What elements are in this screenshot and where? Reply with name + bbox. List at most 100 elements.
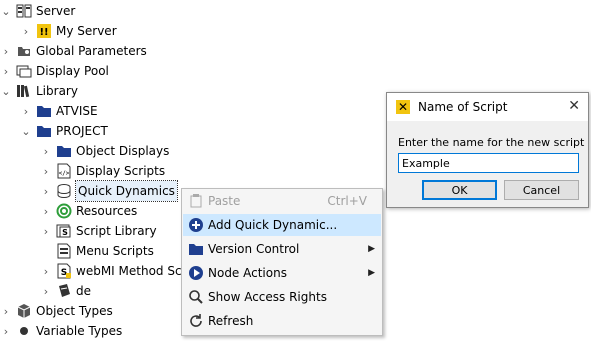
tree-label: Script Library	[76, 224, 157, 238]
tree-label: Object Types	[36, 304, 113, 318]
tree-item-global-parameters[interactable]: › Global Parameters	[0, 41, 147, 61]
script-library-icon: S	[56, 223, 72, 239]
svg-text:</>: </>	[59, 170, 70, 177]
parameters-icon	[16, 43, 32, 59]
folder-icon	[56, 143, 72, 159]
script-name-input[interactable]	[398, 153, 579, 173]
dialog-title: Name of Script	[418, 100, 508, 114]
atvise-server-icon: !!	[36, 23, 52, 39]
resources-icon	[56, 203, 72, 219]
menu-item-label: Show Access Rights	[208, 290, 327, 304]
folder-icon	[36, 123, 52, 139]
tree-item-my-server[interactable]: › !! My Server	[20, 21, 117, 41]
tree-label: Variable Types	[36, 324, 123, 338]
tree-item-object-types[interactable]: › Object Types	[0, 301, 113, 321]
tree-item-library[interactable]: ⌄ Library	[0, 81, 78, 101]
translation-book-icon	[56, 283, 72, 299]
tree-label: Server	[36, 4, 76, 18]
database-icon	[56, 183, 72, 199]
dot-icon	[16, 323, 32, 339]
webmi-script-icon: S	[56, 263, 72, 279]
menu-item-version-control[interactable]: Version Control ▶	[183, 238, 381, 260]
svg-text:S: S	[62, 228, 68, 237]
tree-item-webmi-method-scripts[interactable]: › S webMI Method Scr	[40, 261, 187, 281]
folder-icon	[36, 103, 52, 119]
close-icon[interactable]: ✕	[568, 98, 580, 114]
menu-item-add-quick-dynamic[interactable]: Add Quick Dynamic...	[183, 214, 381, 236]
chevron-down-icon[interactable]: ⌄	[0, 81, 12, 101]
chevron-right-icon[interactable]: ›	[40, 201, 52, 221]
menu-item-label: Refresh	[208, 314, 254, 328]
tree-label: Global Parameters	[36, 44, 147, 58]
tree-item-display-scripts[interactable]: › </> Display Scripts	[40, 161, 165, 181]
submenu-arrow-icon: ▶	[368, 268, 375, 278]
tree-label: PROJECT	[56, 124, 108, 138]
library-icon	[16, 83, 32, 99]
chevron-right-icon[interactable]: ›	[20, 21, 32, 41]
tree-label: Library	[36, 84, 78, 98]
chevron-right-icon[interactable]: ›	[20, 101, 32, 121]
tree-item-atvise[interactable]: › ATVISE	[20, 101, 98, 121]
tree-label: Resources	[76, 204, 138, 218]
chevron-right-icon[interactable]: ›	[0, 301, 12, 321]
menu-item-node-actions[interactable]: Node Actions ▶	[183, 262, 381, 284]
context-menu: Paste Ctrl+V Add Quick Dynamic... Versio…	[181, 188, 383, 336]
menu-item-paste[interactable]: Paste Ctrl+V	[183, 190, 381, 212]
tree-item-quick-dynamics[interactable]: › Quick Dynamics	[40, 180, 178, 202]
chevron-down-icon[interactable]: ⌄	[20, 121, 32, 141]
magnifier-icon	[187, 288, 205, 306]
play-icon	[187, 264, 205, 282]
tree-item-object-displays[interactable]: › Object Displays	[40, 141, 170, 161]
tree-item-script-library[interactable]: › S Script Library	[40, 221, 157, 241]
menu-script-icon	[56, 243, 72, 259]
tree-item-variable-types[interactable]: › Variable Types	[0, 321, 122, 341]
chevron-right-icon[interactable]: ›	[0, 321, 12, 341]
refresh-icon	[187, 312, 205, 330]
chevron-right-icon[interactable]: ›	[0, 41, 12, 61]
tree-item-resources[interactable]: › Resources	[40, 201, 137, 221]
shortcut-label: Ctrl+V	[327, 194, 367, 208]
tree-label: Quick Dynamics	[75, 180, 178, 202]
app-logo-icon: ✕	[396, 100, 410, 114]
tree-item-display-pool[interactable]: › Display Pool	[0, 61, 109, 81]
submenu-arrow-icon: ▶	[368, 244, 375, 254]
tree-item-menu-scripts[interactable]: Menu Scripts	[52, 241, 154, 261]
chevron-right-icon[interactable]: ›	[40, 281, 52, 301]
script-file-icon: </>	[56, 163, 72, 179]
tree-label: ATVISE	[56, 104, 98, 118]
menu-item-label: Paste	[208, 194, 241, 208]
tree-item-project[interactable]: ⌄ PROJECT	[20, 121, 108, 141]
tree-label: Menu Scripts	[76, 244, 154, 258]
chevron-right-icon[interactable]: ›	[40, 141, 52, 161]
menu-item-show-access-rights[interactable]: Show Access Rights	[183, 286, 381, 308]
folder-icon	[187, 240, 205, 258]
tree-label: Display Pool	[36, 64, 109, 78]
chevron-right-icon[interactable]: ›	[40, 221, 52, 241]
chevron-right-icon[interactable]: ›	[40, 261, 52, 281]
tree-label: Display Scripts	[76, 164, 166, 178]
tree-item-de[interactable]: › de	[40, 281, 91, 301]
menu-item-label: Node Actions	[208, 266, 287, 280]
server-icon	[16, 3, 32, 19]
ok-button[interactable]: OK	[422, 180, 497, 200]
dialog-titlebar[interactable]: ✕ Name of Script ✕	[387, 93, 588, 121]
svg-text:!!: !!	[39, 27, 48, 38]
cancel-button[interactable]: Cancel	[504, 180, 579, 200]
chevron-right-icon[interactable]: ›	[40, 161, 52, 181]
paste-icon	[187, 192, 205, 210]
dialog-prompt: Enter the name for the new script	[398, 136, 585, 149]
display-pool-icon	[16, 63, 32, 79]
tree-label: webMI Method Scr	[76, 264, 187, 278]
menu-item-label: Version Control	[208, 242, 300, 256]
chevron-right-icon[interactable]: ›	[0, 61, 12, 81]
tree-item-server[interactable]: ⌄ Server	[0, 1, 75, 21]
chevron-down-icon[interactable]: ⌄	[0, 1, 12, 21]
tree-label: Object Displays	[76, 144, 170, 158]
tree-label: My Server	[56, 24, 117, 38]
menu-item-label: Add Quick Dynamic...	[208, 218, 338, 232]
menu-item-refresh[interactable]: Refresh	[183, 310, 381, 332]
cube-icon	[16, 303, 32, 319]
name-of-script-dialog: ✕ Name of Script ✕ Enter the name for th…	[386, 92, 589, 208]
tree-label: de	[76, 284, 91, 298]
chevron-right-icon[interactable]: ›	[40, 181, 52, 201]
